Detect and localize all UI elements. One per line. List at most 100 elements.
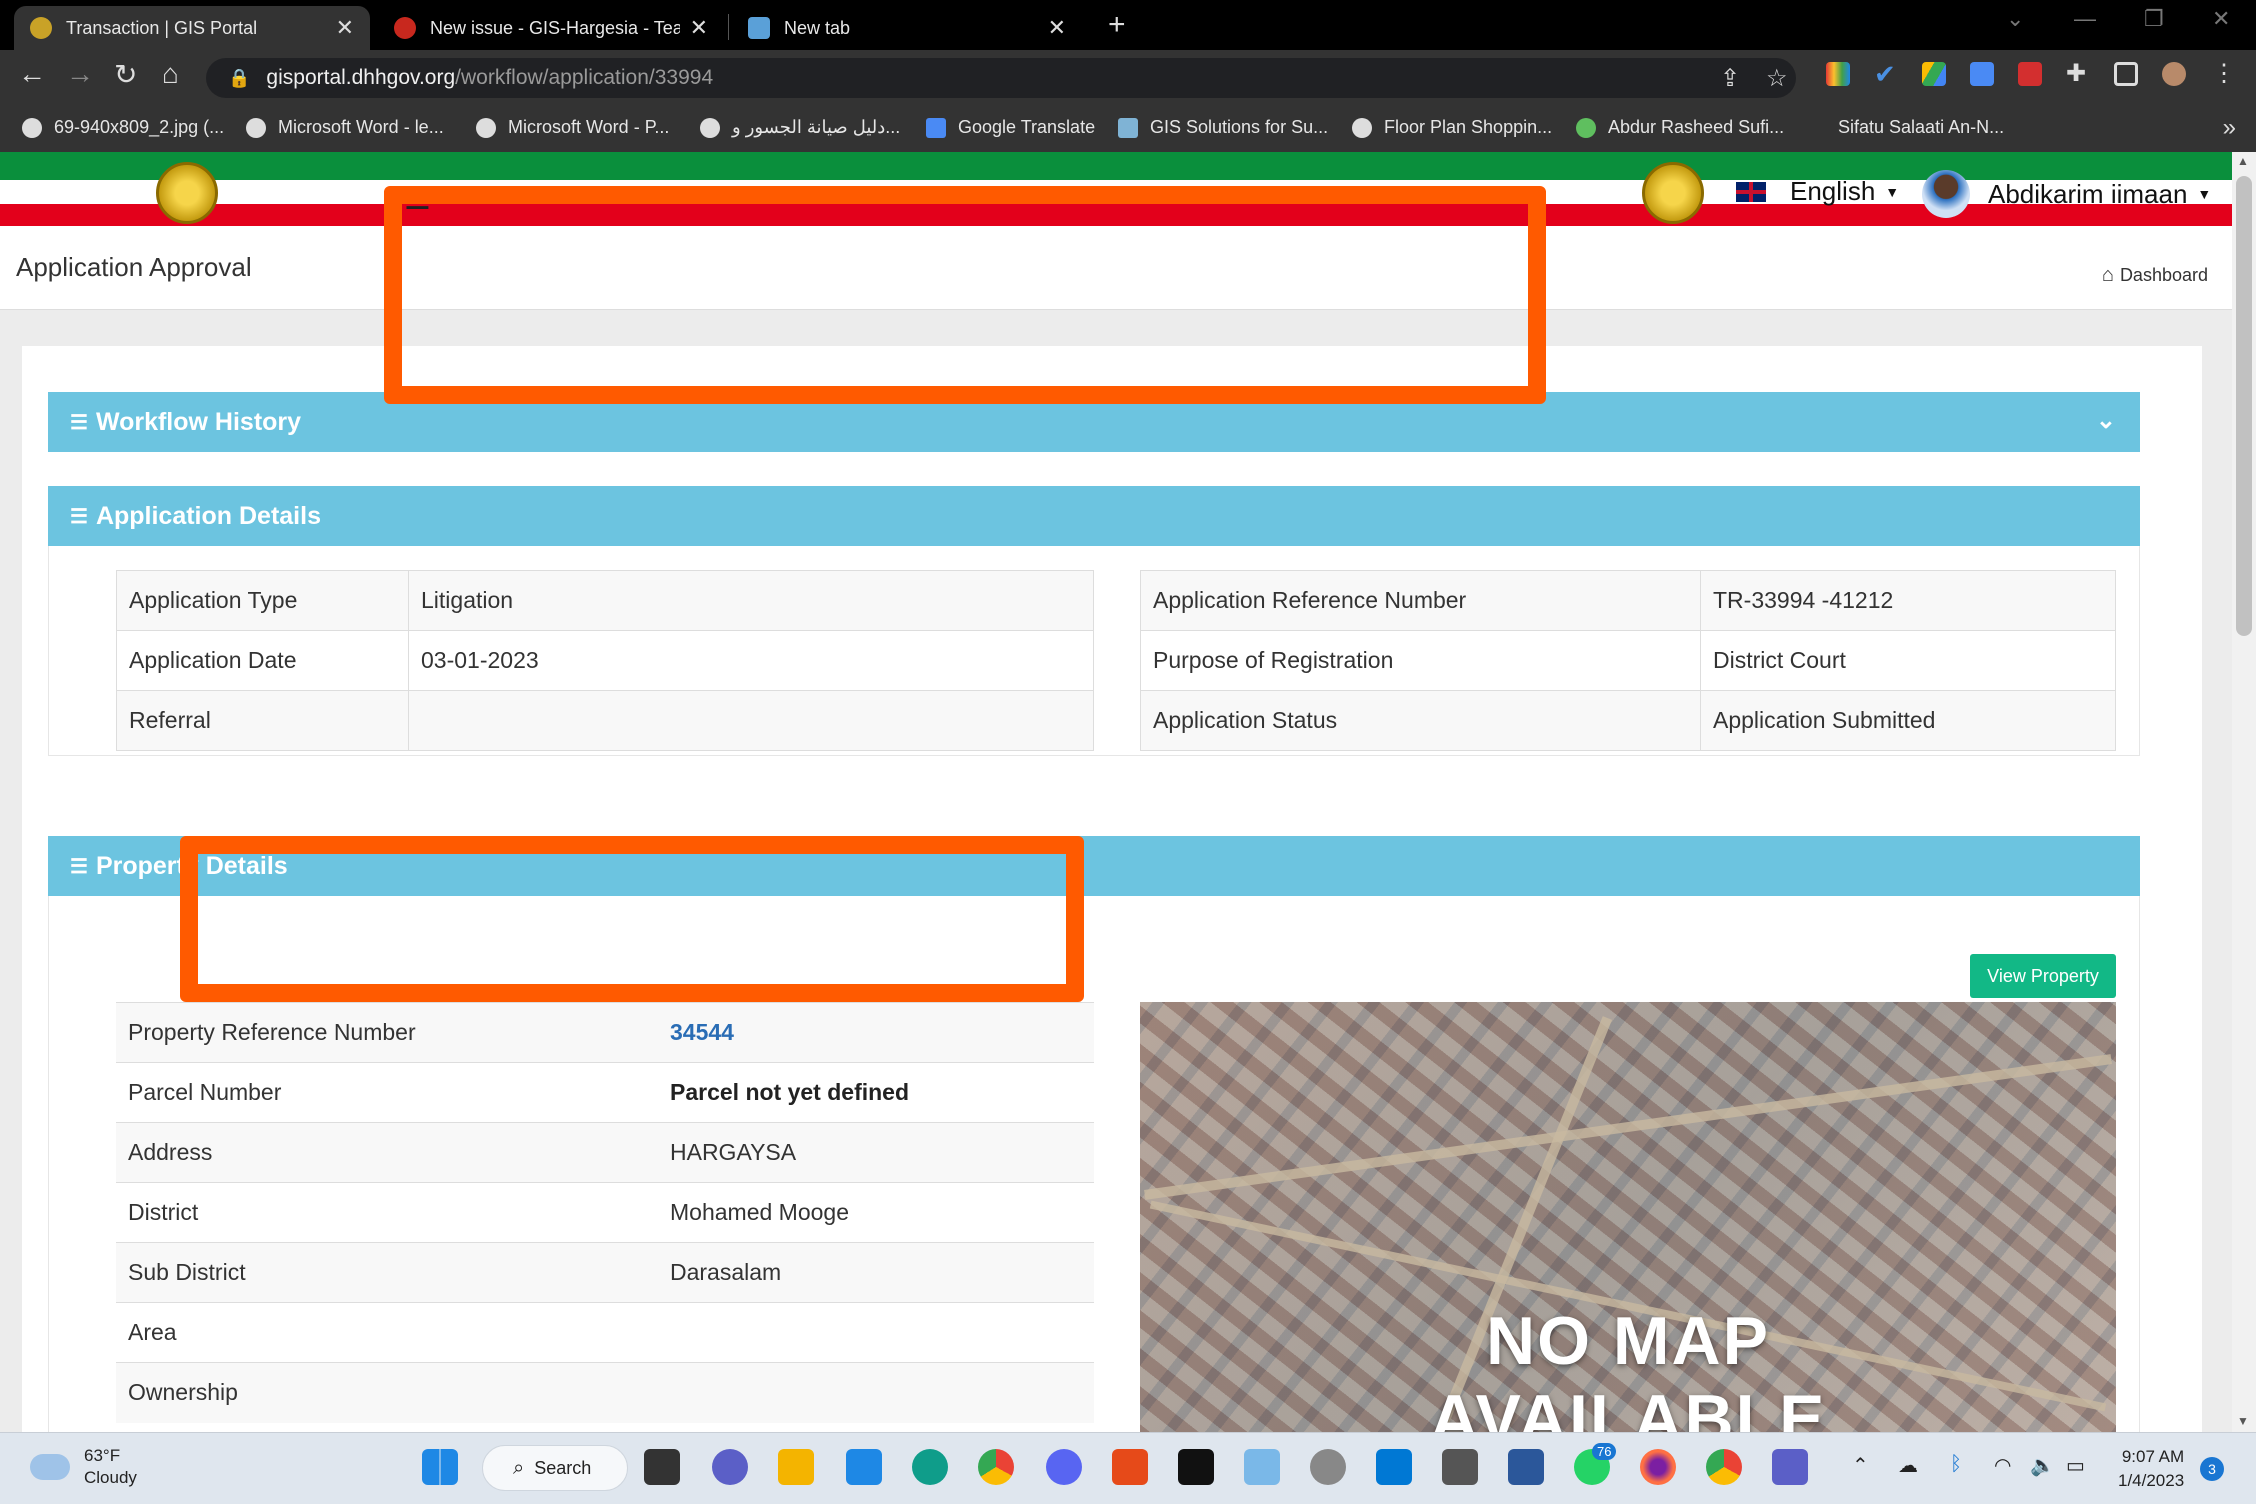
show-hidden-icons-chevron-icon[interactable]: ⌃ [1852, 1453, 1869, 1478]
battery-icon[interactable]: ▭ [2066, 1453, 2085, 1478]
volume-icon[interactable]: 🔈 [2030, 1453, 2055, 1478]
table-row: Ownership [116, 1362, 1094, 1423]
leaf-icon [1576, 117, 1596, 138]
no-map-text: NO MAP [1486, 1303, 1770, 1379]
minimize-icon[interactable]: — [2074, 6, 2096, 32]
temperature: 63°F [84, 1446, 121, 1465]
side-panel-icon[interactable] [2114, 62, 2138, 86]
bookmark-item[interactable]: Microsoft Word - P... [476, 117, 669, 138]
scroll-up-icon[interactable]: ▲ [2237, 154, 2249, 168]
bookmark-label: Microsoft Word - P... [508, 117, 670, 137]
bookmark-item[interactable]: 69-940x809_2.jpg (... [22, 117, 224, 138]
bookmark-item[interactable]: دليل صيانة الجسور و... [700, 117, 900, 138]
pycharm-icon[interactable] [1178, 1449, 1214, 1485]
google-drive-icon[interactable] [1922, 62, 1946, 86]
vscode-icon[interactable] [1376, 1449, 1412, 1485]
notification-count-badge[interactable]: 3 [2200, 1457, 2224, 1481]
reload-icon[interactable]: ↻ [114, 58, 137, 91]
bookmarks-bar: 69-940x809_2.jpg (... Microsoft Word - l… [0, 106, 2256, 152]
browser-menu-icon[interactable]: ⋮ [2212, 62, 2236, 86]
page-scrollbar[interactable]: ▲ ▼ [2232, 152, 2256, 1432]
bookmarks-overflow-icon[interactable]: » [2223, 114, 2236, 142]
coat-of-arms-logo-icon[interactable] [156, 162, 218, 224]
chat-icon[interactable] [712, 1449, 748, 1485]
word-icon[interactable] [1508, 1449, 1544, 1485]
back-arrow-icon[interactable]: ← [18, 58, 46, 90]
home-icon[interactable]: ⌂ [162, 58, 179, 90]
field-value: Parcel not yet defined [670, 1079, 910, 1105]
chrome-icon[interactable] [978, 1449, 1014, 1485]
scrollbar-thumb[interactable] [2236, 176, 2252, 636]
tab-new-issue[interactable]: New issue - GIS-Hargesia - Team ✕ [378, 6, 724, 50]
file-explorer-icon[interactable] [778, 1449, 814, 1485]
tab-new-tab[interactable]: New tab ✕ [732, 6, 1082, 50]
mail-icon[interactable] [846, 1449, 882, 1485]
firefox-icon[interactable] [1640, 1449, 1676, 1485]
globe-icon [246, 117, 266, 138]
task-view-icon[interactable] [644, 1449, 680, 1485]
snipping-tool-icon[interactable] [1244, 1449, 1280, 1485]
breadcrumb[interactable]: ⌂ Dashboard [2102, 264, 2208, 287]
calculator-icon[interactable] [1442, 1449, 1478, 1485]
pdf-extension-icon[interactable] [2018, 62, 2042, 86]
close-icon[interactable]: ✕ [336, 15, 354, 41]
bookmark-item[interactable]: Google Translate [926, 117, 1095, 138]
property-reference-link[interactable]: 34544 [670, 1019, 734, 1045]
extension-color-icon[interactable] [1826, 62, 1850, 86]
bookmark-item[interactable]: GIS Solutions for Su... [1118, 117, 1328, 138]
close-icon[interactable]: ✕ [1048, 15, 1066, 41]
clock-app-icon[interactable] [1310, 1449, 1346, 1485]
weather-widget[interactable]: 63°F Cloudy [30, 1445, 137, 1489]
close-icon[interactable]: ✕ [690, 15, 708, 41]
extensions-puzzle-icon[interactable]: ✚ [2066, 62, 2090, 86]
field-value [658, 1302, 1094, 1363]
bookmark-star-icon[interactable]: ☆ [1766, 64, 1788, 93]
tab-title: New tab [784, 17, 851, 38]
taskbar-search[interactable]: ⌕ Search [482, 1445, 628, 1491]
profile-avatar-icon[interactable] [2162, 62, 2186, 86]
field-label: Ownership [116, 1362, 658, 1423]
office-icon[interactable] [1112, 1449, 1148, 1485]
field-value: Application Submitted [1700, 690, 2116, 751]
breadcrumb-dashboard[interactable]: Dashboard [2120, 265, 2208, 286]
property-details-table: Property Reference Number 34544 Parcel Nu… [116, 1002, 1094, 1423]
wifi-icon[interactable]: ◠ [1994, 1453, 2011, 1478]
section-title: Workflow History [95, 407, 302, 436]
table-row: Property Reference Number 34544 [116, 1002, 1094, 1063]
chevron-down-icon[interactable]: ⌄ [2096, 406, 2116, 435]
field-value: 03-01-2023 [408, 630, 1094, 691]
tab-transaction[interactable]: Transaction | GIS Portal ✕ [14, 6, 370, 50]
tab-search-chevron-icon[interactable]: ⌄ [2006, 6, 2024, 32]
forward-arrow-icon[interactable]: → [66, 58, 94, 90]
discord-icon[interactable] [1046, 1449, 1082, 1485]
language-selector[interactable]: English ▼ [1736, 176, 1899, 207]
application-details-header[interactable]: ☰ Application Details [48, 486, 2140, 546]
table-row: Application Type Litigation [116, 570, 1094, 631]
restore-icon[interactable]: ❐ [2144, 6, 2164, 32]
bookmark-item[interactable]: Sifatu Salaati An-N... [1838, 117, 2004, 138]
checkmark-extension-icon[interactable]: ✔ [1874, 61, 1898, 87]
new-tab-plus-icon[interactable]: + [1108, 8, 1126, 42]
scroll-down-icon[interactable]: ▼ [2237, 1414, 2249, 1428]
edge-browser-icon[interactable] [912, 1449, 948, 1485]
window-close-icon[interactable]: ✕ [2212, 6, 2230, 32]
windows-start-icon[interactable] [422, 1449, 458, 1485]
field-value: Mohamed Mooge [658, 1182, 1094, 1243]
onedrive-icon[interactable]: ☁ [1898, 1453, 1918, 1478]
teams-icon[interactable] [1772, 1449, 1808, 1485]
bookmark-item[interactable]: Abdur Rasheed Sufi... [1576, 117, 1784, 138]
table-row: Area [116, 1302, 1094, 1363]
user-menu[interactable]: Abdikarim iimaan ▼ [1922, 170, 2211, 218]
share-icon[interactable]: ⇪ [1720, 64, 1740, 93]
system-clock[interactable]: 9:07 AM 1/4/2023 [2118, 1445, 2184, 1493]
address-bar[interactable]: 🔒 gisportal.dhhgov.org/workflow/applicat… [206, 58, 1796, 98]
devops-favicon-icon [394, 17, 416, 39]
bookmark-item[interactable]: Microsoft Word - le... [246, 117, 444, 138]
translate-extension-icon[interactable] [1970, 62, 1994, 86]
tab-title: Transaction | GIS Portal [66, 17, 258, 38]
view-property-button[interactable]: View Property [1970, 954, 2116, 998]
bookmark-label: Floor Plan Shoppin... [1384, 117, 1553, 137]
chrome-profile-icon[interactable] [1706, 1449, 1742, 1485]
bookmark-item[interactable]: Floor Plan Shoppin... [1352, 117, 1552, 138]
bluetooth-icon[interactable]: ᛒ [1950, 1453, 1962, 1476]
